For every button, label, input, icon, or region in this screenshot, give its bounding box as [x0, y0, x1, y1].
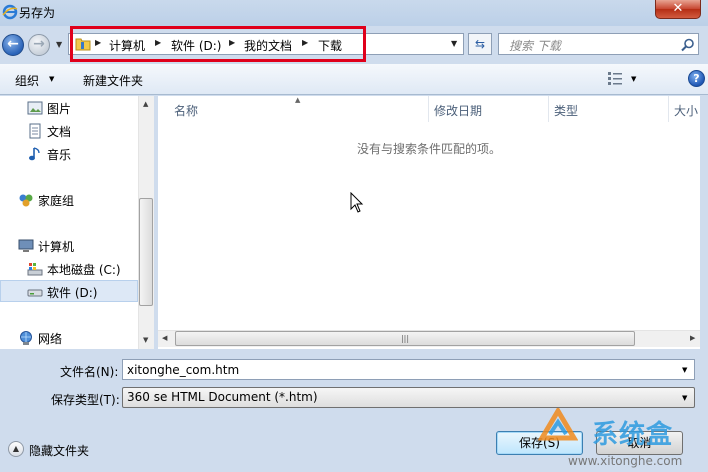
help-button[interactable]: ? [688, 70, 705, 87]
empty-list-message: 没有与搜索条件匹配的项。 [357, 142, 502, 156]
address-dropdown-icon[interactable]: ▼ [451, 39, 457, 48]
navigation-pane [0, 96, 154, 349]
system-drive-icon [27, 263, 43, 276]
horizontal-scrollbar-thumb[interactable]: ||| [175, 331, 635, 346]
nav-item-label: 计算机 [38, 240, 75, 254]
annotation-highlight-box [70, 26, 366, 62]
close-button[interactable]: ✕ [655, 0, 701, 19]
pictures-icon [27, 101, 43, 115]
mouse-cursor-icon [350, 192, 364, 213]
forward-button[interactable]: → [28, 34, 50, 56]
filename-input[interactable] [122, 359, 695, 380]
scroll-down-icon[interactable]: ▼ [143, 336, 148, 344]
back-arrow-icon: ← [7, 36, 19, 52]
views-dropdown-icon[interactable]: ▼ [631, 75, 636, 83]
nav-item-label: 软件 (D:) [47, 286, 98, 300]
navigation-scrollbar-thumb[interactable] [139, 198, 153, 306]
filename-label: 文件名(N): [60, 365, 119, 379]
views-icon[interactable] [607, 71, 623, 85]
watermark-logo-icon [538, 408, 578, 441]
organize-dropdown-icon[interactable]: ▼ [49, 75, 54, 83]
recent-pages-dropdown[interactable]: ▼ [56, 40, 66, 50]
back-button[interactable]: ← [2, 34, 24, 56]
watermark-brand: 系统盒 [592, 420, 674, 450]
refresh-button[interactable]: ⇆ [468, 33, 492, 55]
search-placeholder: 搜索 下载 [509, 39, 561, 53]
nav-item-label: 文档 [47, 125, 72, 139]
column-divider[interactable] [548, 96, 549, 122]
search-icon[interactable] [681, 38, 695, 52]
filename-dropdown-icon[interactable]: ▼ [682, 366, 687, 374]
column-header-type[interactable]: 类型 [554, 102, 578, 119]
nav-item-label: 本地磁盘 (C:) [47, 263, 121, 277]
organize-menu[interactable]: 组织 [15, 72, 39, 89]
savetype-label: 保存类型(T): [51, 393, 120, 407]
nav-item-label: 网络 [38, 332, 63, 346]
column-divider[interactable] [428, 96, 429, 122]
sort-ascending-icon: ▲ [295, 96, 301, 104]
savetype-select[interactable]: 360 se HTML Document (*.htm) [122, 387, 695, 408]
forward-arrow-icon: → [33, 36, 45, 52]
refresh-icon: ⇆ [474, 37, 486, 51]
column-header-size[interactable]: 大小 [674, 102, 698, 119]
nav-item-label: 图片 [47, 102, 72, 116]
hide-folders-button[interactable]: 隐藏文件夹 [29, 442, 89, 459]
computer-icon [18, 239, 34, 252]
savetype-dropdown-icon[interactable]: ▼ [682, 394, 687, 402]
drive-icon [27, 289, 43, 297]
column-header-date[interactable]: 修改日期 [434, 102, 482, 119]
column-divider[interactable] [668, 96, 669, 122]
documents-icon [29, 123, 41, 139]
file-list-pane: 名称 修改日期 类型 大小 [158, 96, 700, 349]
new-folder-button[interactable]: 新建文件夹 [83, 72, 143, 89]
savetype-value: 360 se HTML Document (*.htm) [127, 390, 318, 404]
title-bar [0, 0, 708, 26]
scroll-right-icon[interactable]: ▶ [690, 334, 695, 342]
column-header-name[interactable]: 名称 [174, 102, 198, 119]
network-icon [20, 331, 32, 345]
collapse-up-icon[interactable]: ▲ [8, 441, 24, 457]
ie-icon [2, 4, 18, 20]
search-box[interactable]: 搜索 下载 [498, 33, 699, 55]
homegroup-icon [19, 194, 33, 207]
window-title: 另存为 [19, 6, 56, 20]
nav-item-label: 音乐 [47, 148, 72, 162]
scroll-up-icon[interactable]: ▲ [143, 100, 148, 108]
watermark-url: www.xitonghe.com [568, 454, 683, 468]
music-icon [29, 147, 40, 161]
nav-item-label: 家庭组 [38, 194, 75, 208]
command-bar: 组织 ▼ 新建文件夹 ▼ ? [0, 64, 708, 95]
scroll-left-icon[interactable]: ◀ [162, 334, 167, 342]
